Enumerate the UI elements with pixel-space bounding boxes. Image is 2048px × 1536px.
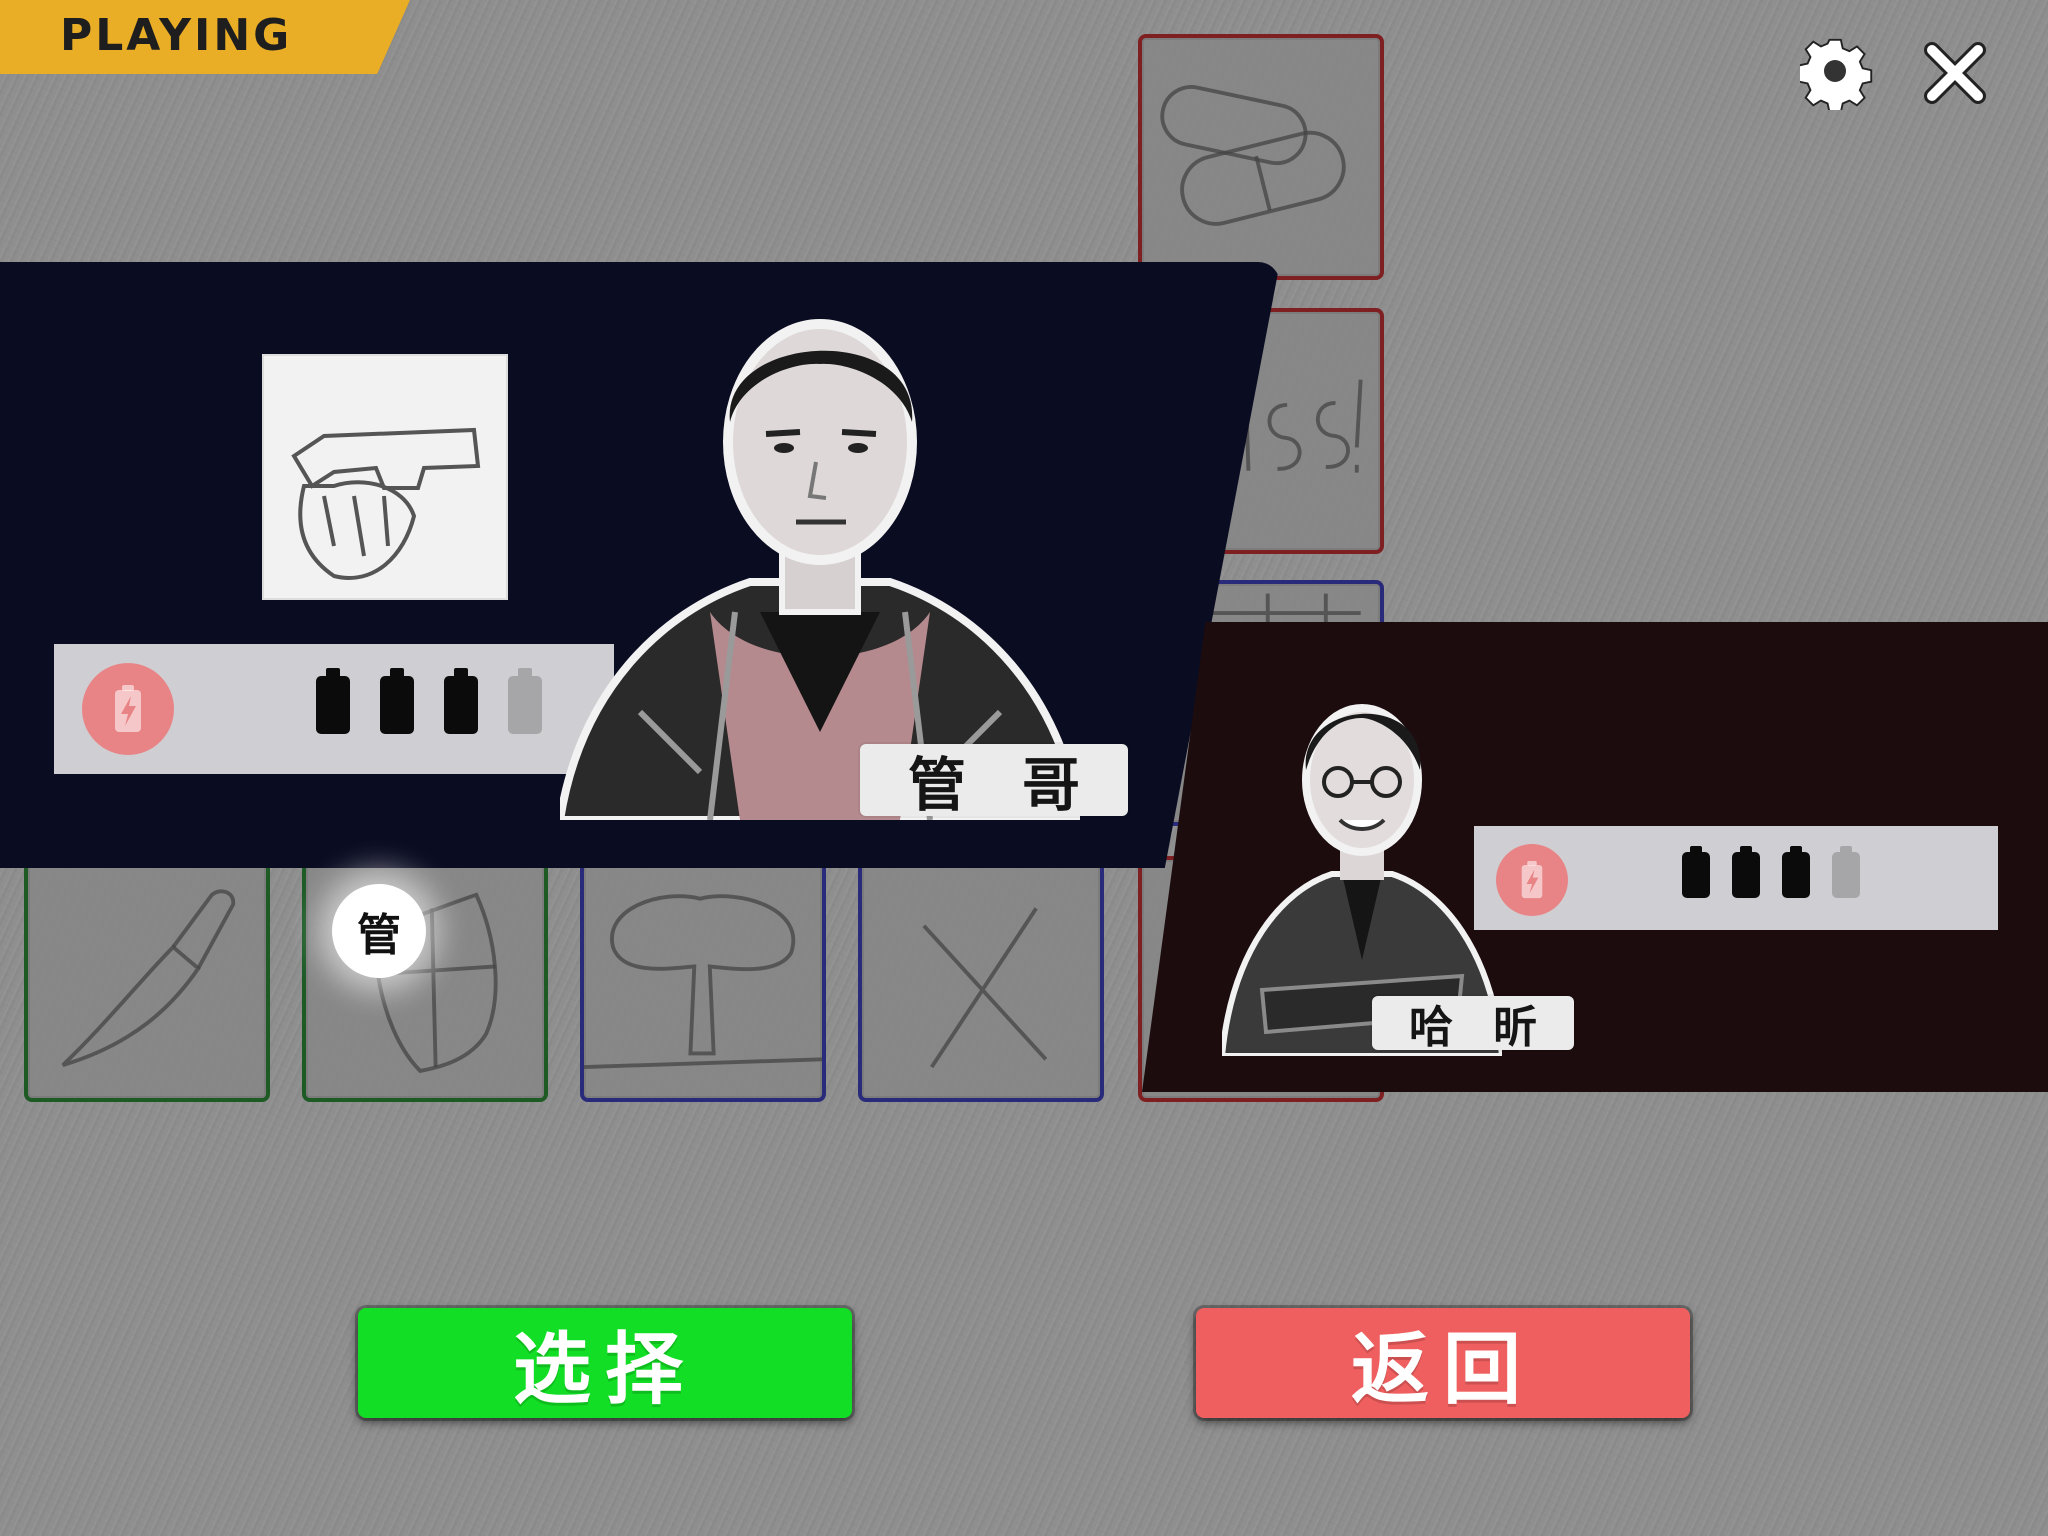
player1-energy-cells bbox=[316, 668, 542, 734]
close-icon bbox=[1924, 42, 1986, 104]
card-cross[interactable] bbox=[858, 856, 1104, 1102]
gear-icon bbox=[1798, 38, 1873, 113]
shield-icon bbox=[371, 892, 498, 1073]
card-knife[interactable] bbox=[24, 856, 270, 1102]
selected-card-badge: 管 bbox=[332, 884, 426, 978]
energy-cell-filled bbox=[380, 668, 414, 734]
player1-energy-bar bbox=[54, 644, 614, 774]
energy-cell-filled bbox=[444, 668, 478, 734]
energy-cell-filled bbox=[1782, 846, 1810, 898]
cross-icon bbox=[922, 907, 1048, 1069]
player2-name-char-1: 哈 bbox=[1409, 1002, 1493, 1053]
energy-cell-empty bbox=[1832, 846, 1860, 898]
player1-weapon-card[interactable] bbox=[264, 356, 506, 598]
energy-cell-empty bbox=[508, 668, 542, 734]
player2-energy-cells bbox=[1682, 846, 1860, 898]
pills-icon bbox=[1160, 85, 1346, 226]
card-explosion[interactable] bbox=[580, 856, 826, 1102]
select-button[interactable]: 选择 bbox=[358, 1308, 852, 1418]
player1-name-char-2: 哥 bbox=[1022, 751, 1137, 819]
card-shield[interactable] bbox=[302, 856, 548, 1102]
settings-button[interactable] bbox=[1798, 36, 1874, 113]
back-button[interactable]: 返回 bbox=[1196, 1308, 1690, 1418]
card-pills[interactable] bbox=[1138, 34, 1384, 280]
energy-cell-filled bbox=[1732, 846, 1760, 898]
player1-name-tag: 管 哥 bbox=[860, 744, 1128, 819]
player2-name-tag: 哈 昕 bbox=[1372, 996, 1574, 1053]
energy-cell-filled bbox=[1682, 846, 1710, 898]
knife-icon bbox=[61, 889, 236, 1067]
pistol-icon bbox=[291, 427, 481, 580]
explosion-icon bbox=[584, 894, 822, 1069]
close-button[interactable] bbox=[1918, 36, 1992, 110]
energy-cell-filled bbox=[316, 668, 350, 734]
status-label: PLAYING bbox=[60, 10, 293, 61]
player2-energy-bar bbox=[1474, 826, 1998, 930]
battery-charge-icon bbox=[1496, 844, 1568, 916]
player2-name-char-2: 昕 bbox=[1493, 1002, 1577, 1053]
player1-name-char-1: 管 bbox=[907, 751, 1022, 819]
battery-charge-icon bbox=[82, 663, 174, 755]
